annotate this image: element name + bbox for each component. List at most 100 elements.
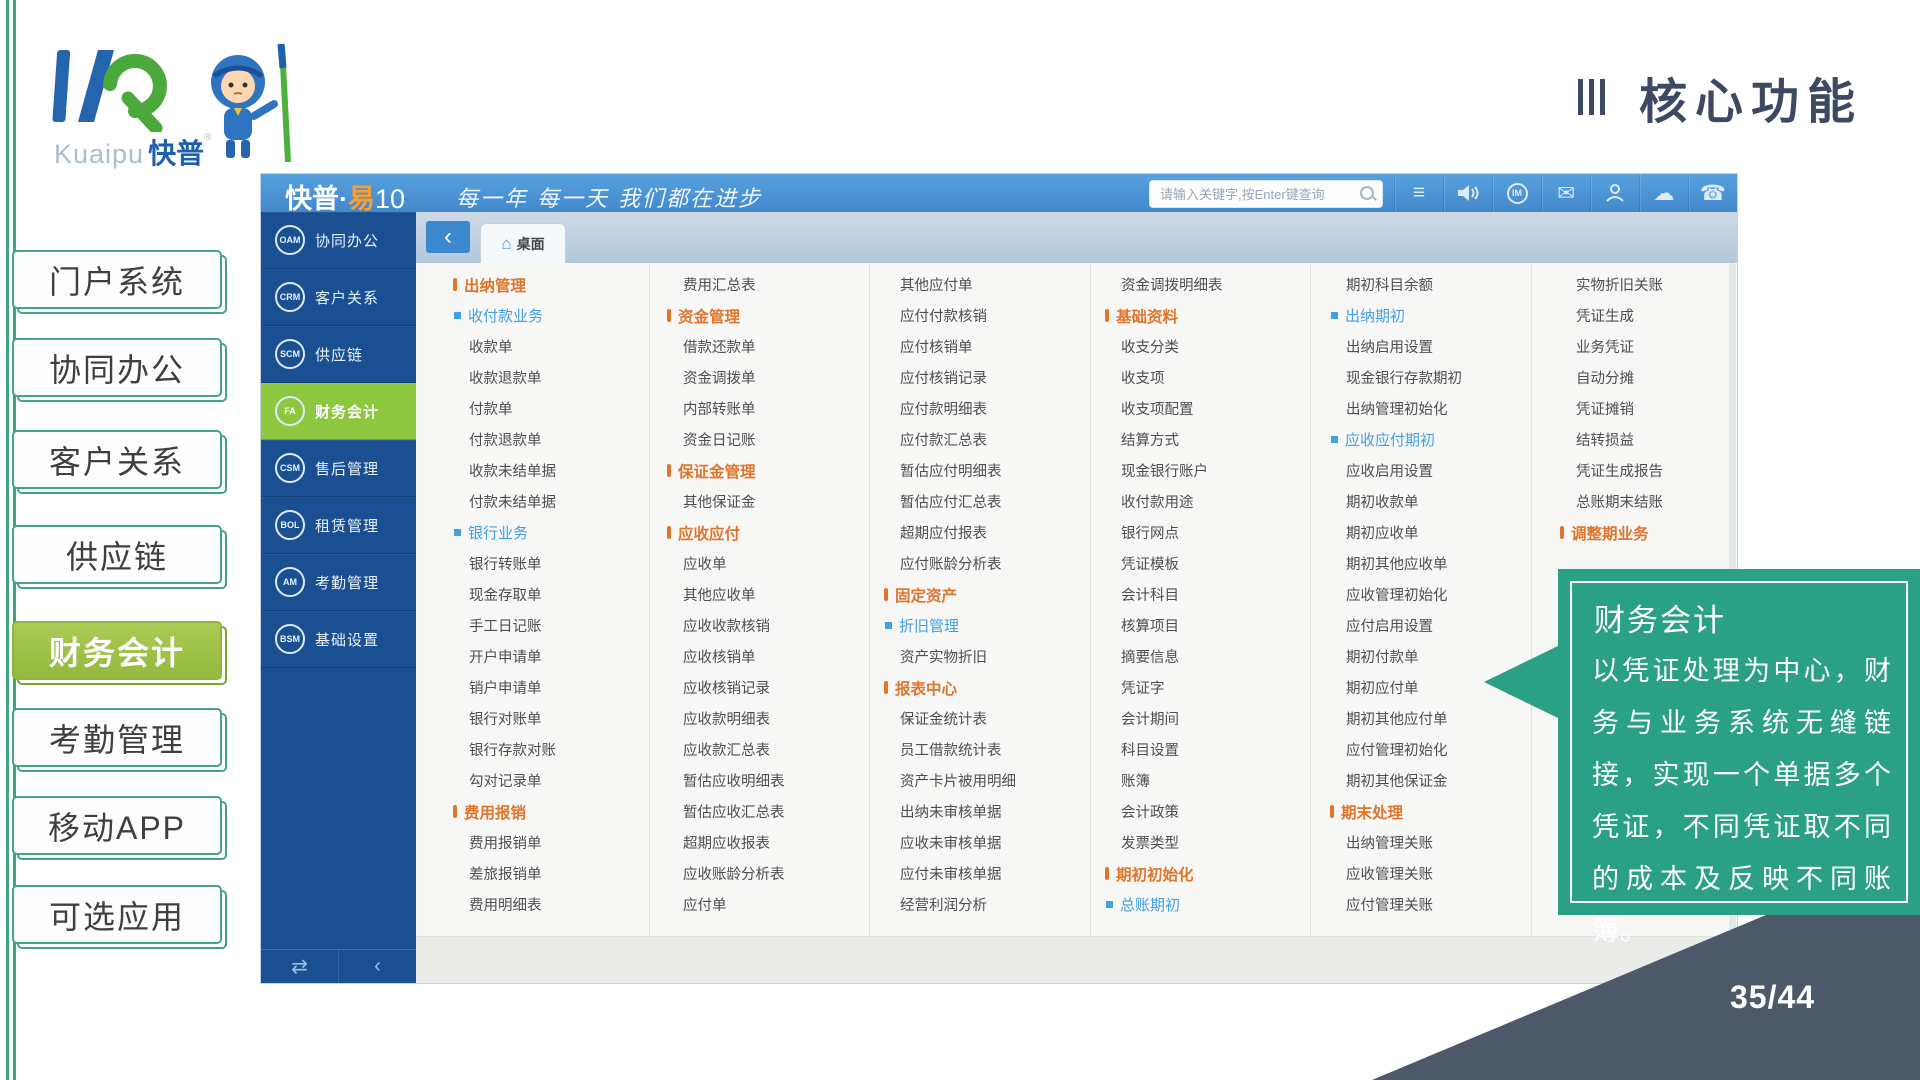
search-box[interactable] xyxy=(1149,180,1383,208)
sidebar-item[interactable]: BOL租赁管理 xyxy=(261,497,416,554)
menu-item[interactable]: 收款未结单据 xyxy=(453,455,668,486)
menu-item[interactable]: 银行存款对账 xyxy=(453,734,668,765)
nav-item[interactable]: 门户系统 xyxy=(12,250,222,309)
cloud-icon[interactable]: ☁ xyxy=(1639,174,1688,212)
menu-item[interactable]: 摘要信息 xyxy=(1105,641,1320,672)
menu-item[interactable]: 应付单 xyxy=(667,889,882,920)
menu-subsection-header[interactable]: 总账期初 xyxy=(1105,889,1320,920)
menu-item[interactable]: 应收账龄分析表 xyxy=(667,858,882,889)
nav-item[interactable]: 可选应用 xyxy=(12,885,222,944)
menu-section-header[interactable]: 基础资料 xyxy=(1105,300,1320,331)
menu-item[interactable]: 收款退款单 xyxy=(453,362,668,393)
menu-item[interactable]: 应付核销单 xyxy=(884,331,1099,362)
menu-item[interactable]: 借款还款单 xyxy=(667,331,882,362)
menu-item[interactable]: 费用报销单 xyxy=(453,827,668,858)
tab-desktop[interactable]: ⌂ 桌面 xyxy=(480,223,566,264)
menu-item[interactable]: 应收管理关账 xyxy=(1330,858,1545,889)
menu-item[interactable]: 员工借款统计表 xyxy=(884,734,1099,765)
menu-item[interactable]: 核算项目 xyxy=(1105,610,1320,641)
menu-item[interactable]: 发票类型 xyxy=(1105,827,1320,858)
menu-item[interactable]: 银行对账单 xyxy=(453,703,668,734)
menu-item[interactable]: 暂估应收明细表 xyxy=(667,765,882,796)
menu-item[interactable]: 资金日记账 xyxy=(667,424,882,455)
mail-icon[interactable]: ✉ xyxy=(1541,174,1590,212)
menu-subsection-header[interactable]: 银行业务 xyxy=(453,517,668,548)
menu-item[interactable]: 应付核销记录 xyxy=(884,362,1099,393)
menu-item[interactable]: 期初科目余额 xyxy=(1330,269,1545,300)
menu-item[interactable]: 经营利润分析 xyxy=(884,889,1099,920)
menu-item[interactable]: 暂估应付汇总表 xyxy=(884,486,1099,517)
menu-item[interactable]: 凭证摊销 xyxy=(1560,393,1737,424)
menu-item[interactable]: 收支项配置 xyxy=(1105,393,1320,424)
menu-section-header[interactable]: 期末处理 xyxy=(1330,796,1545,827)
menu-item[interactable]: 期初收款单 xyxy=(1330,486,1545,517)
menu-item[interactable]: 资产实物折旧 xyxy=(884,641,1099,672)
menu-item[interactable]: 应收款明细表 xyxy=(667,703,882,734)
menu-item[interactable]: 应收未审核单据 xyxy=(884,827,1099,858)
menu-item[interactable]: 内部转账单 xyxy=(667,393,882,424)
menu-item[interactable]: 资产卡片被用明细 xyxy=(884,765,1099,796)
search-input[interactable] xyxy=(1158,182,1352,206)
menu-section-header[interactable]: 固定资产 xyxy=(884,579,1099,610)
menu-subsection-header[interactable]: 出纳期初 xyxy=(1330,300,1545,331)
menu-item[interactable]: 资金调拨单 xyxy=(667,362,882,393)
menu-item[interactable]: 费用明细表 xyxy=(453,889,668,920)
menu-item[interactable]: 差旅报销单 xyxy=(453,858,668,889)
menu-section-header[interactable]: 期初初始化 xyxy=(1105,858,1320,889)
nav-item[interactable]: 供应链 xyxy=(12,525,222,584)
search-icon[interactable] xyxy=(1360,186,1374,200)
menu-item[interactable]: 勾对记录单 xyxy=(453,765,668,796)
menu-item[interactable]: 现金存取单 xyxy=(453,579,668,610)
menu-item[interactable]: 销户申请单 xyxy=(453,672,668,703)
menu-item[interactable]: 总账期末结账 xyxy=(1560,486,1737,517)
menu-item[interactable]: 付款单 xyxy=(453,393,668,424)
menu-item[interactable]: 应收启用设置 xyxy=(1330,455,1545,486)
menu-item[interactable]: 其他应收单 xyxy=(667,579,882,610)
im-icon[interactable]: IM xyxy=(1492,174,1541,212)
menu-item[interactable]: 手工日记账 xyxy=(453,610,668,641)
menu-item[interactable]: 结转损益 xyxy=(1560,424,1737,455)
menu-item[interactable]: 应收单 xyxy=(667,548,882,579)
menu-item[interactable]: 付款未结单据 xyxy=(453,486,668,517)
menu-item[interactable]: 期初其他保证金 xyxy=(1330,765,1545,796)
menu-item[interactable]: 收付款用途 xyxy=(1105,486,1320,517)
menu-section-header[interactable]: 出纳管理 xyxy=(453,269,668,300)
menu-section-header[interactable]: 报表中心 xyxy=(884,672,1099,703)
menu-item[interactable]: 开户申请单 xyxy=(453,641,668,672)
menu-item[interactable]: 超期应付报表 xyxy=(884,517,1099,548)
nav-item[interactable]: 协同办公 xyxy=(12,338,222,397)
menu-item[interactable]: 出纳管理初始化 xyxy=(1330,393,1545,424)
menu-section-header[interactable]: 调整期业务 xyxy=(1560,517,1737,548)
menu-item[interactable]: 银行转账单 xyxy=(453,548,668,579)
list-icon[interactable]: ≡ xyxy=(1394,174,1443,212)
menu-item[interactable]: 应付付款核销 xyxy=(884,300,1099,331)
menu-item[interactable]: 保证金统计表 xyxy=(884,703,1099,734)
sidebar-item[interactable]: FA财务会计 xyxy=(261,383,416,440)
nav-item[interactable]: 客户关系 xyxy=(12,430,222,489)
menu-section-header[interactable]: 保证金管理 xyxy=(667,455,882,486)
menu-item[interactable]: 其他应付单 xyxy=(884,269,1099,300)
menu-item[interactable]: 收支分类 xyxy=(1105,331,1320,362)
menu-item[interactable]: 应付款明细表 xyxy=(884,393,1099,424)
menu-item[interactable]: 会计期间 xyxy=(1105,703,1320,734)
menu-item[interactable]: 费用汇总表 xyxy=(667,269,882,300)
menu-item[interactable]: 自动分摊 xyxy=(1560,362,1737,393)
menu-item[interactable]: 业务凭证 xyxy=(1560,331,1737,362)
menu-item[interactable]: 应付管理关账 xyxy=(1330,889,1545,920)
menu-item[interactable]: 凭证字 xyxy=(1105,672,1320,703)
nav-item[interactable]: 财务会计 xyxy=(12,621,222,680)
menu-item[interactable]: 科目设置 xyxy=(1105,734,1320,765)
sidebar-item[interactable]: CSM售后管理 xyxy=(261,440,416,497)
menu-item[interactable]: 付款退款单 xyxy=(453,424,668,455)
menu-item[interactable]: 出纳启用设置 xyxy=(1330,331,1545,362)
menu-item[interactable]: 账簿 xyxy=(1105,765,1320,796)
menu-item[interactable]: 应收收款核销 xyxy=(667,610,882,641)
menu-item[interactable]: 期初应收单 xyxy=(1330,517,1545,548)
menu-item[interactable]: 会计科目 xyxy=(1105,579,1320,610)
sidebar-item[interactable]: OAM协同办公 xyxy=(261,212,416,269)
menu-item[interactable]: 应付管理初始化 xyxy=(1330,734,1545,765)
menu-subsection-header[interactable]: 应收应付期初 xyxy=(1330,424,1545,455)
menu-item[interactable]: 应收核销单 xyxy=(667,641,882,672)
collapse-sidebar-icon[interactable]: ‹ xyxy=(338,950,416,983)
menu-item[interactable]: 会计政策 xyxy=(1105,796,1320,827)
